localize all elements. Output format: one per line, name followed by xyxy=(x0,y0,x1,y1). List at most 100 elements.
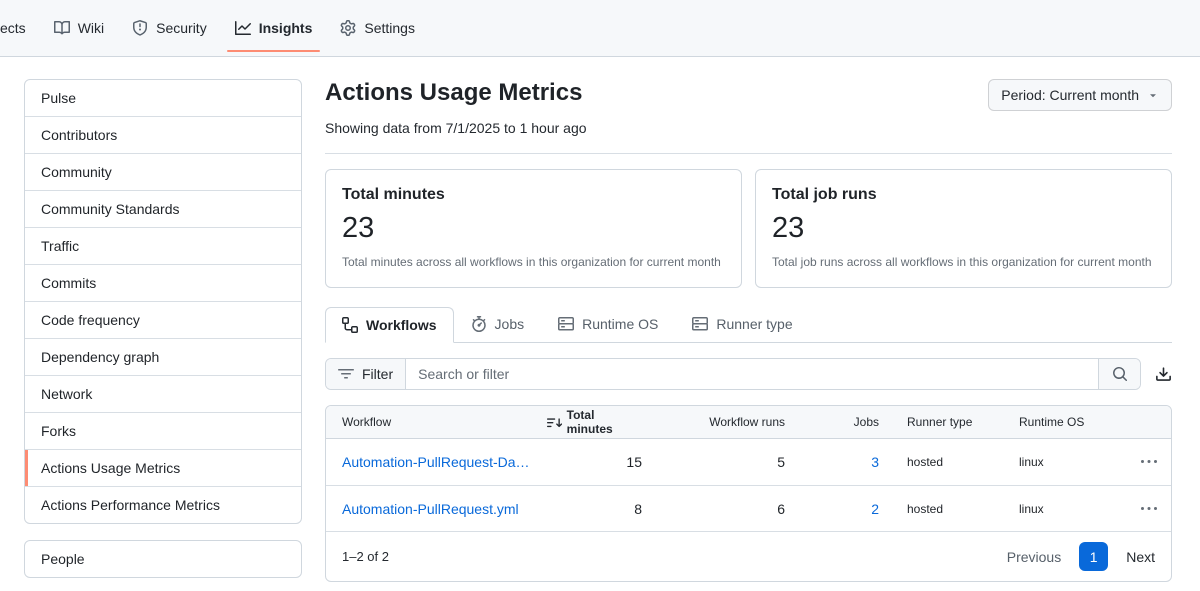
table-row: Automation-PullRequest.yml 8 6 2 hosted … xyxy=(326,485,1171,531)
table-row: Automation-PullRequest-Da… 15 5 3 hosted… xyxy=(326,439,1171,485)
metric-value: 23 xyxy=(342,212,725,245)
stopwatch-icon xyxy=(471,316,487,332)
metric-description: Total job runs across all workflows in t… xyxy=(772,253,1155,271)
pagination: Previous 1 Next xyxy=(1007,542,1155,571)
column-header-runtime-os[interactable]: Runtime OS xyxy=(1019,415,1139,429)
column-header-workflow[interactable]: Workflow xyxy=(342,415,547,429)
tab-label: Security xyxy=(156,20,207,36)
tab-label: Workflows xyxy=(366,317,437,333)
metric-title: Total minutes xyxy=(342,186,725,204)
chevron-down-icon xyxy=(1147,89,1159,101)
people-nav-card: People xyxy=(24,540,302,578)
filter-row: Filter xyxy=(325,358,1172,390)
metric-title: Total job runs xyxy=(772,186,1155,204)
sidebar-item-actions-performance-metrics[interactable]: Actions Performance Metrics xyxy=(25,486,301,523)
column-header-workflow-runs[interactable]: Workflow runs xyxy=(642,415,785,429)
sidebar-item-network[interactable]: Network xyxy=(25,375,301,412)
previous-page-button[interactable]: Previous xyxy=(1007,549,1061,565)
column-header-label: Total minutes xyxy=(567,408,642,436)
period-label: Period: Current month xyxy=(1001,87,1139,103)
sidebar-item-community[interactable]: Community xyxy=(25,153,301,190)
book-icon xyxy=(54,20,70,36)
search-icon xyxy=(1112,366,1128,382)
page-1-button[interactable]: 1 xyxy=(1079,542,1108,571)
jobs-cell: 2 xyxy=(785,501,879,517)
tab-runner-type[interactable]: Runner type xyxy=(675,306,809,342)
period-dropdown-button[interactable]: Period: Current month xyxy=(988,79,1172,111)
metric-value: 23 xyxy=(772,212,1155,245)
row-actions-button[interactable] xyxy=(1139,452,1159,472)
page-title: Actions Usage Metrics xyxy=(325,79,582,107)
metric-description: Total minutes across all workflows in th… xyxy=(342,253,725,271)
sidebar-item-forks[interactable]: Forks xyxy=(25,412,301,449)
workflow-link[interactable]: Automation-PullRequest.yml xyxy=(342,501,519,517)
download-button[interactable] xyxy=(1155,366,1172,383)
tab-jobs[interactable]: Jobs xyxy=(454,306,542,342)
insights-nav-card: Pulse Contributors Community Community S… xyxy=(24,79,302,524)
sort-descending-icon xyxy=(547,415,562,430)
sidebar-item-traffic[interactable]: Traffic xyxy=(25,227,301,264)
total-minutes-card: Total minutes 23 Total minutes across al… xyxy=(325,169,742,288)
repo-tab-nav: ects Wiki Security Insights Settings xyxy=(0,0,1200,57)
metrics-tab-bar: Workflows Jobs Runtime OS Runner type xyxy=(325,306,1172,343)
next-page-button[interactable]: Next xyxy=(1126,549,1155,565)
kebab-horizontal-icon xyxy=(1141,501,1157,517)
search-button[interactable] xyxy=(1098,359,1140,389)
metric-cards: Total minutes 23 Total minutes across al… xyxy=(325,169,1172,288)
column-header-runner-type[interactable]: Runner type xyxy=(879,415,1019,429)
table-footer: 1–2 of 2 Previous 1 Next xyxy=(326,531,1171,581)
workflow-runs-cell: 5 xyxy=(642,454,785,470)
tab-workflows[interactable]: Workflows xyxy=(325,307,454,343)
main-content: Actions Usage Metrics Period: Current mo… xyxy=(325,79,1172,582)
tab-settings[interactable]: Settings xyxy=(332,0,423,56)
tab-wiki[interactable]: Wiki xyxy=(46,0,112,56)
tab-label: Runner type xyxy=(716,316,792,332)
download-icon xyxy=(1155,366,1172,383)
filter-button-label: Filter xyxy=(362,366,393,382)
workflow-cell: Automation-PullRequest.yml xyxy=(342,501,547,517)
gear-icon xyxy=(340,20,356,36)
tab-label: Insights xyxy=(259,20,313,36)
sidebar-item-commits[interactable]: Commits xyxy=(25,264,301,301)
insights-sidebar: Pulse Contributors Community Community S… xyxy=(24,79,302,582)
runner-type-cell: hosted xyxy=(879,502,1019,516)
server-icon xyxy=(692,316,708,332)
page-body: Pulse Contributors Community Community S… xyxy=(0,57,1200,582)
sidebar-item-dependency-graph[interactable]: Dependency graph xyxy=(25,338,301,375)
column-header-total-minutes[interactable]: Total minutes xyxy=(547,408,642,436)
tab-label: Jobs xyxy=(495,316,525,332)
date-range-subtitle: Showing data from 7/1/2025 to 1 hour ago xyxy=(325,120,1172,136)
total-minutes-cell: 8 xyxy=(547,501,642,517)
total-job-runs-card: Total job runs 23 Total job runs across … xyxy=(755,169,1172,288)
server-icon xyxy=(558,316,574,332)
filter-icon xyxy=(338,366,354,382)
tab-label: Runtime OS xyxy=(582,316,658,332)
graph-icon xyxy=(235,20,251,36)
jobs-link[interactable]: 3 xyxy=(871,454,879,470)
total-minutes-cell: 15 xyxy=(547,454,642,470)
sidebar-item-code-frequency[interactable]: Code frequency xyxy=(25,301,301,338)
sidebar-item-people[interactable]: People xyxy=(25,541,301,577)
filter-button[interactable]: Filter xyxy=(326,359,406,389)
sidebar-item-actions-usage-metrics[interactable]: Actions Usage Metrics xyxy=(25,449,301,486)
workflow-runs-cell: 6 xyxy=(642,501,785,517)
column-header-jobs[interactable]: Jobs xyxy=(785,415,879,429)
workflow-icon xyxy=(342,317,358,333)
tab-projects-partial[interactable]: ects xyxy=(0,0,34,56)
sidebar-item-contributors[interactable]: Contributors xyxy=(25,116,301,153)
tab-insights[interactable]: Insights xyxy=(227,0,321,56)
row-actions-button[interactable] xyxy=(1139,499,1159,519)
runner-type-cell: hosted xyxy=(879,455,1019,469)
workflow-link[interactable]: Automation-PullRequest-Da… xyxy=(342,454,530,470)
tab-label: Wiki xyxy=(78,20,104,36)
tab-runtime-os[interactable]: Runtime OS xyxy=(541,306,675,342)
sidebar-item-community-standards[interactable]: Community Standards xyxy=(25,190,301,227)
workflow-cell: Automation-PullRequest-Da… xyxy=(342,454,547,470)
tab-security[interactable]: Security xyxy=(124,0,215,56)
search-input[interactable] xyxy=(406,359,1098,389)
tab-label: Settings xyxy=(364,20,415,36)
jobs-link[interactable]: 2 xyxy=(871,501,879,517)
sidebar-item-pulse[interactable]: Pulse xyxy=(25,80,301,116)
shield-icon xyxy=(132,20,148,36)
tab-label: ects xyxy=(0,20,26,36)
